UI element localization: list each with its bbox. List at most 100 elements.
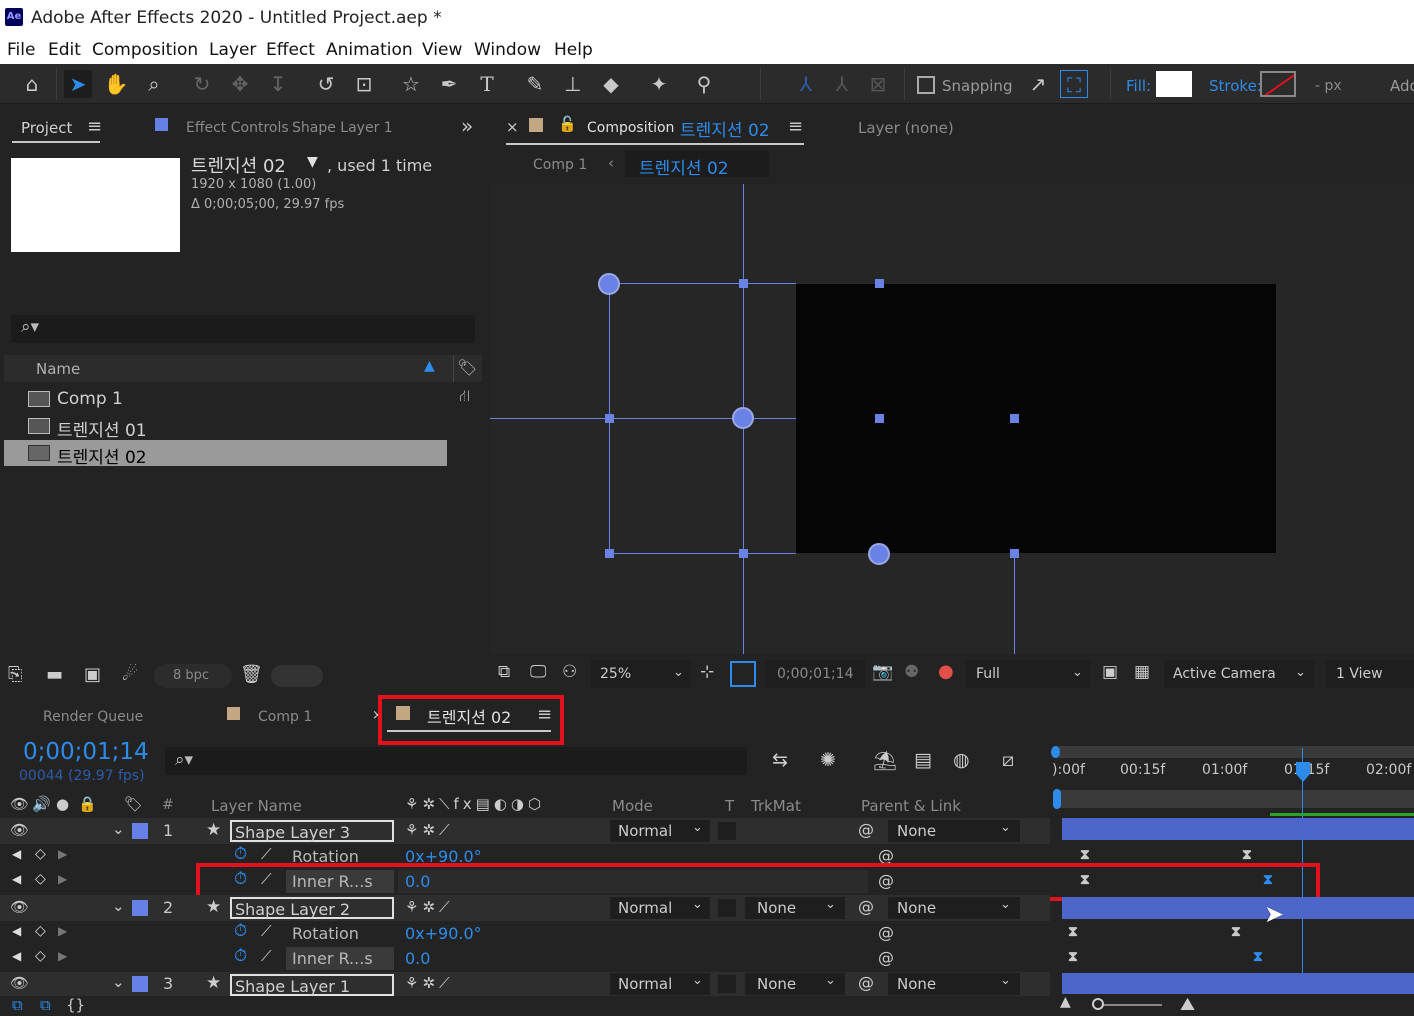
breadcrumb-parent[interactable]: Comp 1: [533, 157, 587, 173]
project-item[interactable]: 트렌지션 01: [4, 413, 456, 441]
mask-visibility-icon[interactable]: ⚇: [562, 662, 577, 682]
current-time-field[interactable]: 0;00;01;14: [765, 660, 865, 688]
pan-behind-tool-icon[interactable]: ⊡: [350, 70, 378, 98]
selection-tool-icon[interactable]: ➤: [64, 70, 92, 98]
keyframe-toggle-icon[interactable]: ◇: [35, 923, 46, 939]
anchor-point-icon[interactable]: [868, 543, 890, 565]
keyframe-selected-icon[interactable]: ⧗: [1253, 949, 1263, 965]
layer-name-field[interactable]: Shape Layer 1: [230, 974, 394, 996]
comp-mini-flowchart-icon[interactable]: ⇆: [772, 749, 788, 771]
chevron-down-icon[interactable]: ⌄: [112, 820, 125, 838]
draft-3d-icon[interactable]: ✺: [820, 749, 836, 771]
stopwatch-icon[interactable]: ⏱: [234, 946, 247, 966]
composition-viewer[interactable]: [490, 184, 1414, 654]
project-settings-icon[interactable]: ☄: [122, 664, 138, 685]
rotation-tool-icon[interactable]: ↺: [312, 70, 340, 98]
preserve-transparency-toggle[interactable]: [718, 899, 736, 917]
stopwatch-icon[interactable]: ⏱: [234, 844, 247, 864]
dolly-camera-icon[interactable]: ↧: [264, 70, 292, 98]
expression-pick-whip-icon[interactable]: @: [878, 923, 894, 942]
camera-snapshot-icon[interactable]: 📷: [872, 662, 893, 682]
path-handle[interactable]: [875, 414, 884, 423]
mode-dropdown[interactable]: Normal ⌄: [610, 820, 710, 842]
sort-ascending-icon[interactable]: ▲: [424, 358, 435, 374]
snap-edges-icon[interactable]: ↗: [1024, 70, 1052, 98]
menu-edit[interactable]: Edit: [48, 40, 81, 60]
playhead-icon[interactable]: [1296, 762, 1310, 782]
work-area-start[interactable]: [1051, 746, 1060, 758]
prev-keyframe-icon[interactable]: ◀: [12, 924, 21, 938]
transparency-grid-icon[interactable]: [730, 661, 756, 687]
keyframe-icon[interactable]: ⧗: [1231, 924, 1241, 940]
show-snapshot-icon[interactable]: ⚉: [904, 662, 919, 682]
path-handle[interactable]: [739, 279, 748, 288]
world-axis-icon[interactable]: ⅄: [828, 70, 856, 98]
graph-icon[interactable]: ⟋: [261, 922, 272, 940]
next-keyframe-icon[interactable]: ▶: [58, 949, 67, 963]
motion-blur-icon[interactable]: ◍: [953, 749, 970, 771]
keyframe-icon[interactable]: ⧗: [1068, 949, 1078, 965]
column-name[interactable]: Name: [36, 360, 80, 378]
menu-help[interactable]: Help: [554, 40, 593, 60]
always-preview-icon[interactable]: ⧉: [498, 662, 510, 682]
path-handle[interactable]: [1010, 549, 1019, 558]
hand-tool-icon[interactable]: ✋: [102, 70, 130, 98]
stroke-width[interactable]: - px: [1315, 78, 1342, 94]
zoom-dropdown[interactable]: 25% ⌄: [591, 660, 691, 688]
flowchart-icon[interactable]: ⛙: [459, 386, 470, 407]
layer-switches[interactable]: ⚘✲⟋: [405, 974, 454, 992]
menu-window[interactable]: Window: [474, 40, 541, 60]
shy-layers-icon[interactable]: ⛱: [873, 749, 897, 772]
monitor-icon[interactable]: 🖵: [530, 662, 546, 682]
keyframe-icon[interactable]: ⧗: [1242, 847, 1252, 863]
graph-editor-icon[interactable]: ⧄: [1002, 749, 1014, 771]
trash-icon[interactable]: 🗑: [240, 664, 263, 685]
audio-icon[interactable]: 🔊: [32, 795, 51, 813]
chevron-down-icon[interactable]: ▼: [307, 154, 318, 170]
pen-tool-icon[interactable]: ✒: [435, 70, 463, 98]
prev-keyframe-icon[interactable]: ◀: [12, 872, 21, 886]
add-menu[interactable]: Add: [1390, 77, 1414, 95]
layer-duration-bar[interactable]: [1062, 818, 1414, 840]
render-time-icon[interactable]: {}: [66, 996, 85, 1014]
path-handle[interactable]: [875, 279, 884, 288]
panel-menu-icon[interactable]: ≡: [87, 116, 102, 137]
lock-icon[interactable]: 🔓: [558, 115, 577, 133]
layer-name-field[interactable]: Shape Layer 3: [230, 820, 394, 842]
graph-icon[interactable]: ⟋: [261, 845, 272, 863]
expression-pick-whip-icon[interactable]: @: [878, 948, 894, 967]
local-axis-icon[interactable]: ⅄: [792, 70, 820, 98]
camera-dropdown[interactable]: Active Camera ⌄: [1164, 660, 1314, 688]
zoom-out-icon[interactable]: ▲: [1060, 994, 1071, 1010]
new-folder-icon[interactable]: ▬: [46, 664, 63, 685]
menu-effect[interactable]: Effect: [266, 40, 315, 60]
view-layout-dropdown[interactable]: 1 View: [1326, 660, 1414, 688]
interpret-footage-icon[interactable]: ⎘: [8, 664, 22, 685]
trkmat-dropdown[interactable]: None ⌄: [745, 897, 845, 919]
tab-comp1[interactable]: Comp 1: [258, 709, 312, 725]
column-layer-name[interactable]: Layer Name: [211, 797, 302, 815]
graph-icon[interactable]: ⟋: [261, 947, 272, 965]
pan-camera-icon[interactable]: ✥: [226, 70, 254, 98]
roto-brush-icon[interactable]: ✦: [645, 70, 673, 98]
tab-composition[interactable]: Composition: [587, 120, 674, 136]
eye-icon[interactable]: 👁: [10, 898, 29, 916]
mode-dropdown[interactable]: Normal ⌄: [610, 973, 710, 995]
work-area-bar[interactable]: [1055, 746, 1414, 758]
fill-swatch[interactable]: [1156, 71, 1192, 97]
current-time[interactable]: 0;00;01;14: [23, 739, 149, 765]
prev-keyframe-icon[interactable]: ◀: [12, 949, 21, 963]
project-item-selected[interactable]: 트렌지션 02: [4, 440, 447, 468]
parent-dropdown[interactable]: None ⌄: [888, 897, 1020, 919]
panel-overflow-icon[interactable]: »: [461, 114, 473, 138]
property-row[interactable]: ◀ ◇ ▶ ⏱ ⟋ Inner R...s 0.0 @: [0, 946, 1050, 971]
home-icon[interactable]: ⌂: [18, 70, 46, 98]
solo-icon[interactable]: ●: [56, 795, 69, 813]
eye-icon[interactable]: 👁: [10, 821, 29, 839]
path-handle[interactable]: [605, 549, 614, 558]
tab-project[interactable]: Project: [21, 119, 72, 137]
anchor-point-icon[interactable]: [732, 407, 754, 429]
thumbnail-slider[interactable]: [271, 665, 323, 687]
keyframe-toggle-icon[interactable]: ◇: [35, 948, 46, 964]
path-handle[interactable]: [605, 414, 614, 423]
